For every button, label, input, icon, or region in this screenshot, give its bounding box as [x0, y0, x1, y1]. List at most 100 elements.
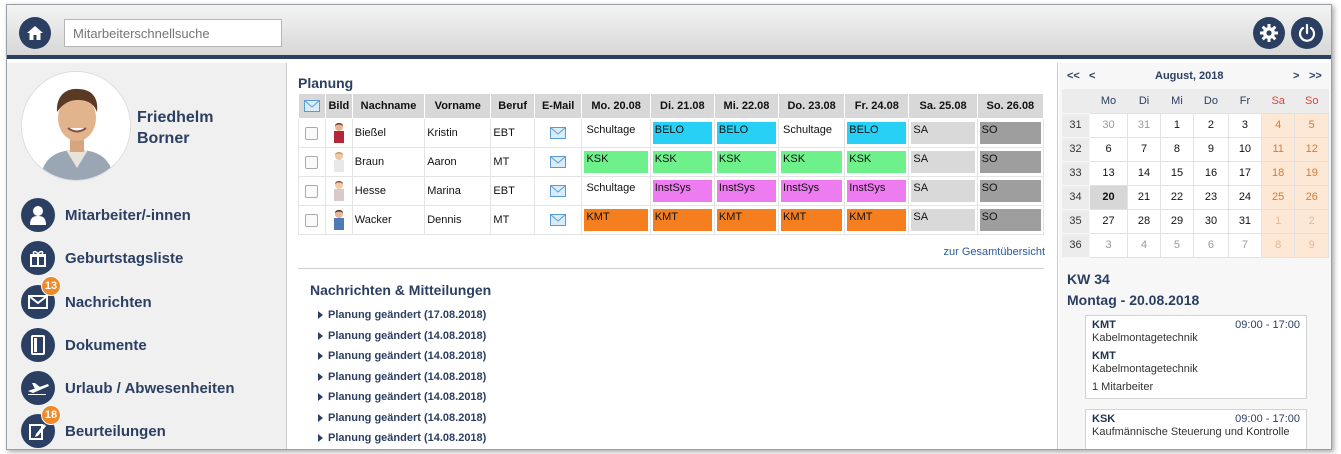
- message-item[interactable]: Planung geändert (17.08.2018): [318, 309, 486, 321]
- day-cell[interactable]: KMT: [778, 205, 846, 235]
- day-cell[interactable]: Schultage: [581, 118, 651, 148]
- day-cell[interactable]: KMT: [649, 205, 715, 235]
- nav-item-nachrichten[interactable]: 13 Nachrichten: [21, 276, 281, 319]
- day-cell[interactable]: BELO: [713, 118, 780, 148]
- message-item[interactable]: Planung geändert (14.08.2018): [318, 330, 486, 342]
- day-cell[interactable]: KMT: [713, 205, 780, 235]
- calendar-day[interactable]: 10: [1227, 136, 1262, 162]
- calendar-day[interactable]: 25: [1260, 184, 1296, 210]
- calendar-day[interactable]: 8: [1160, 136, 1194, 162]
- day-cell[interactable]: SO: [976, 118, 1045, 148]
- mail-all-header[interactable]: [298, 93, 326, 119]
- day-cell[interactable]: KSK: [778, 147, 846, 177]
- calendar-day[interactable]: 13: [1088, 160, 1129, 186]
- calendar-day[interactable]: 24: [1227, 184, 1262, 210]
- email-button[interactable]: [533, 176, 583, 206]
- cell-nachname[interactable]: Wacker: [351, 205, 426, 235]
- day-cell[interactable]: KSK: [844, 147, 910, 177]
- day-cell[interactable]: BELO: [649, 118, 715, 148]
- message-item[interactable]: Planung geändert (14.08.2018): [318, 412, 486, 424]
- calendar-day[interactable]: 20: [1088, 184, 1129, 210]
- day-cell[interactable]: SA: [908, 147, 978, 177]
- day-cell[interactable]: SO: [976, 176, 1045, 206]
- nav-item-dokumente[interactable]: Dokumente: [21, 328, 281, 362]
- day-cell[interactable]: Schultage: [778, 118, 846, 148]
- row-checkbox[interactable]: [305, 126, 319, 140]
- day-cell[interactable]: InstSys: [778, 176, 846, 206]
- home-button[interactable]: [19, 17, 51, 49]
- calendar-day[interactable]: 4: [1260, 112, 1296, 138]
- cell-nachname[interactable]: Bießel: [351, 118, 426, 148]
- calendar-day[interactable]: 29: [1160, 208, 1194, 234]
- day-cell[interactable]: SA: [908, 205, 978, 235]
- nav-item-beurteilungen[interactable]: 18 Beurteilungen: [21, 405, 281, 448]
- next-year-button[interactable]: >>: [1309, 70, 1322, 82]
- calendar-day[interactable]: 31: [1227, 208, 1262, 234]
- day-cell[interactable]: InstSys: [844, 176, 910, 206]
- message-item[interactable]: Planung geändert (14.08.2018): [318, 350, 486, 362]
- calendar-day[interactable]: 2: [1294, 208, 1329, 234]
- logout-button[interactable]: [1291, 17, 1323, 49]
- calendar-day[interactable]: 30: [1088, 112, 1129, 138]
- calendar-day[interactable]: 26: [1294, 184, 1329, 210]
- message-item[interactable]: Planung geändert (14.08.2018): [318, 391, 486, 403]
- calendar-day[interactable]: 14: [1127, 160, 1161, 186]
- cell-nachname[interactable]: Hesse: [351, 176, 426, 206]
- calendar-day[interactable]: 1: [1260, 208, 1296, 234]
- event-card[interactable]: KSK 09:00 - 17:00 Kaufmännische Steuerung…: [1085, 409, 1307, 449]
- next-month-button[interactable]: >: [1293, 70, 1299, 82]
- calendar-day[interactable]: 5: [1160, 232, 1194, 258]
- employee-search-input[interactable]: [64, 19, 282, 47]
- day-cell[interactable]: BELO: [844, 118, 910, 148]
- calendar-day[interactable]: 21: [1127, 184, 1161, 210]
- calendar-day[interactable]: 9: [1294, 232, 1329, 258]
- email-button[interactable]: [533, 205, 583, 235]
- day-cell[interactable]: KSK: [713, 147, 780, 177]
- calendar-day[interactable]: 3: [1088, 232, 1129, 258]
- settings-button[interactable]: [1253, 17, 1285, 49]
- calendar-day[interactable]: 4: [1127, 232, 1161, 258]
- calendar-day[interactable]: 2: [1192, 112, 1229, 138]
- week-number[interactable]: 34: [1061, 184, 1090, 210]
- cell-nachname[interactable]: Braun: [351, 147, 426, 177]
- calendar-day[interactable]: 23: [1192, 184, 1229, 210]
- day-cell[interactable]: SA: [908, 118, 978, 148]
- calendar-day[interactable]: 5: [1294, 112, 1329, 138]
- day-cell[interactable]: KSK: [581, 147, 651, 177]
- calendar-day[interactable]: 9: [1192, 136, 1229, 162]
- calendar-day[interactable]: 15: [1160, 160, 1194, 186]
- row-checkbox[interactable]: [305, 155, 319, 169]
- nav-item-geburtstagsliste[interactable]: Geburtstagsliste: [21, 241, 281, 275]
- calendar-day[interactable]: 17: [1227, 160, 1262, 186]
- day-cell[interactable]: Schultage: [581, 176, 651, 206]
- calendar-day[interactable]: 1: [1160, 112, 1194, 138]
- day-cell[interactable]: InstSys: [713, 176, 780, 206]
- calendar-day[interactable]: 3: [1227, 112, 1262, 138]
- event-card[interactable]: KMT 09:00 - 17:00 Kabelmontagetechnik KMT…: [1085, 315, 1307, 399]
- calendar-day[interactable]: 7: [1227, 232, 1262, 258]
- day-cell[interactable]: InstSys: [649, 176, 715, 206]
- overview-link[interactable]: zur Gesamtübersicht: [944, 246, 1045, 258]
- calendar-day[interactable]: 16: [1192, 160, 1229, 186]
- calendar-day[interactable]: 27: [1088, 208, 1129, 234]
- calendar-day[interactable]: 19: [1294, 160, 1329, 186]
- day-cell[interactable]: KMT: [844, 205, 910, 235]
- row-checkbox[interactable]: [305, 213, 319, 227]
- day-cell[interactable]: SA: [908, 176, 978, 206]
- prev-year-button[interactable]: <<: [1067, 70, 1080, 82]
- calendar-day[interactable]: 22: [1160, 184, 1194, 210]
- calendar-day[interactable]: 30: [1192, 208, 1229, 234]
- calendar-day[interactable]: 8: [1260, 232, 1296, 258]
- calendar-day[interactable]: 28: [1127, 208, 1161, 234]
- email-button[interactable]: [533, 147, 583, 177]
- day-cell[interactable]: SO: [976, 147, 1045, 177]
- calendar-day[interactable]: 6: [1088, 136, 1129, 162]
- row-checkbox[interactable]: [305, 184, 319, 198]
- week-number[interactable]: 36: [1061, 232, 1090, 258]
- calendar-day[interactable]: 7: [1127, 136, 1161, 162]
- message-item[interactable]: Planung geändert (14.08.2018): [318, 432, 486, 444]
- nav-item-urlaub[interactable]: Urlaub / Abwesenheiten: [21, 371, 281, 405]
- week-number[interactable]: 31: [1061, 112, 1090, 138]
- calendar-day[interactable]: 31: [1127, 112, 1161, 138]
- prev-month-button[interactable]: <: [1089, 70, 1095, 82]
